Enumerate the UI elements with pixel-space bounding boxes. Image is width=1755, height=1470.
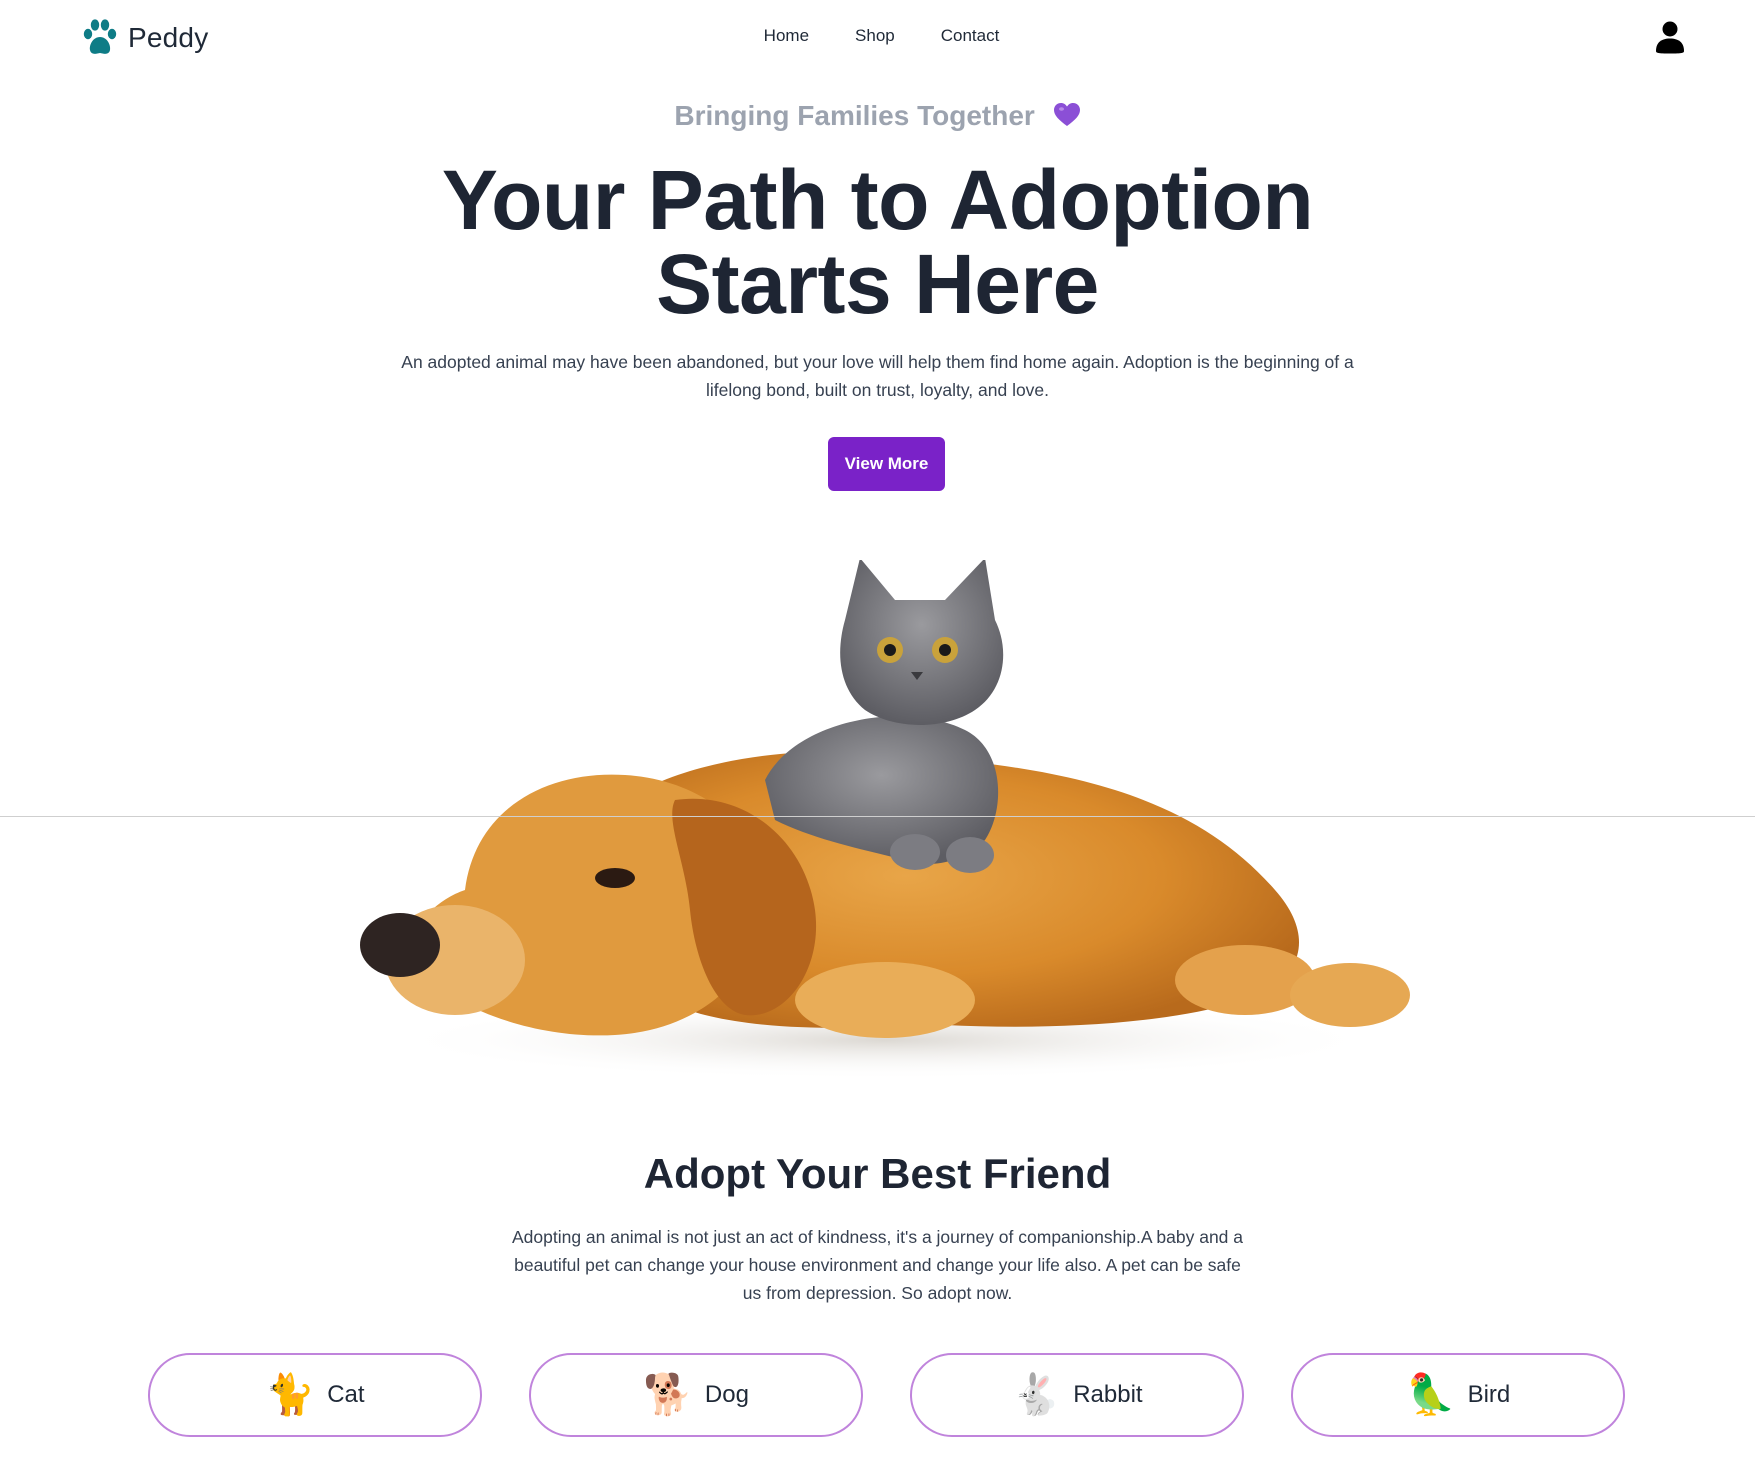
hero-tagline: Bringing Families Together	[0, 100, 1755, 132]
hero-title: Your Path to Adoption Starts Here	[0, 158, 1755, 326]
category-dog-button[interactable]: 🐕 Dog	[529, 1353, 863, 1437]
category-cat-button[interactable]: 🐈 Cat	[148, 1353, 482, 1437]
main-nav: Home Shop Contact	[0, 26, 1755, 46]
rabbit-icon: 🐇	[1011, 1372, 1062, 1418]
category-label: Dog	[704, 1381, 749, 1408]
view-more-button[interactable]: View More	[828, 437, 945, 491]
category-label: Cat	[327, 1381, 365, 1408]
nav-contact[interactable]: Contact	[941, 26, 1000, 46]
category-bird-button[interactable]: 🦜 Bird	[1291, 1353, 1625, 1437]
horizontal-divider	[0, 816, 1755, 817]
hero-title-line2: Starts Here	[656, 237, 1099, 331]
purple-heart-icon	[1053, 102, 1080, 126]
user-icon[interactable]	[1654, 20, 1686, 54]
adopt-section-description: Adopting an animal is not just an act of…	[511, 1227, 1244, 1303]
nav-shop[interactable]: Shop	[855, 26, 895, 46]
page: Peddy Home Shop Contact Bringing Familie…	[0, 0, 1755, 1470]
nav-home[interactable]: Home	[764, 26, 809, 46]
dog-icon: 🐕	[643, 1372, 693, 1418]
hero-description: An adopted animal may have been abandone…	[401, 352, 1354, 400]
hero-title-line1: Your Path to Adoption	[441, 153, 1314, 247]
cat-icon: 🐈	[265, 1372, 316, 1418]
adopt-section-title: Adopt Your Best Friend	[643, 1150, 1112, 1197]
parrot-icon: 🦜	[1405, 1372, 1456, 1418]
site-header: Peddy Home Shop Contact	[0, 0, 1755, 78]
category-label: Rabbit	[1073, 1381, 1143, 1408]
golden-retriever-and-gray-kitten-image	[360, 560, 1410, 1080]
category-rabbit-button[interactable]: 🐇 Rabbit	[910, 1353, 1244, 1437]
hero-tagline-text: Bringing Families Together	[674, 100, 1035, 131]
category-label: Bird	[1467, 1381, 1511, 1408]
pet-category-list: 🐈 Cat 🐕 Dog 🐇 Rabbit 🦜 Bird	[148, 1353, 1625, 1437]
